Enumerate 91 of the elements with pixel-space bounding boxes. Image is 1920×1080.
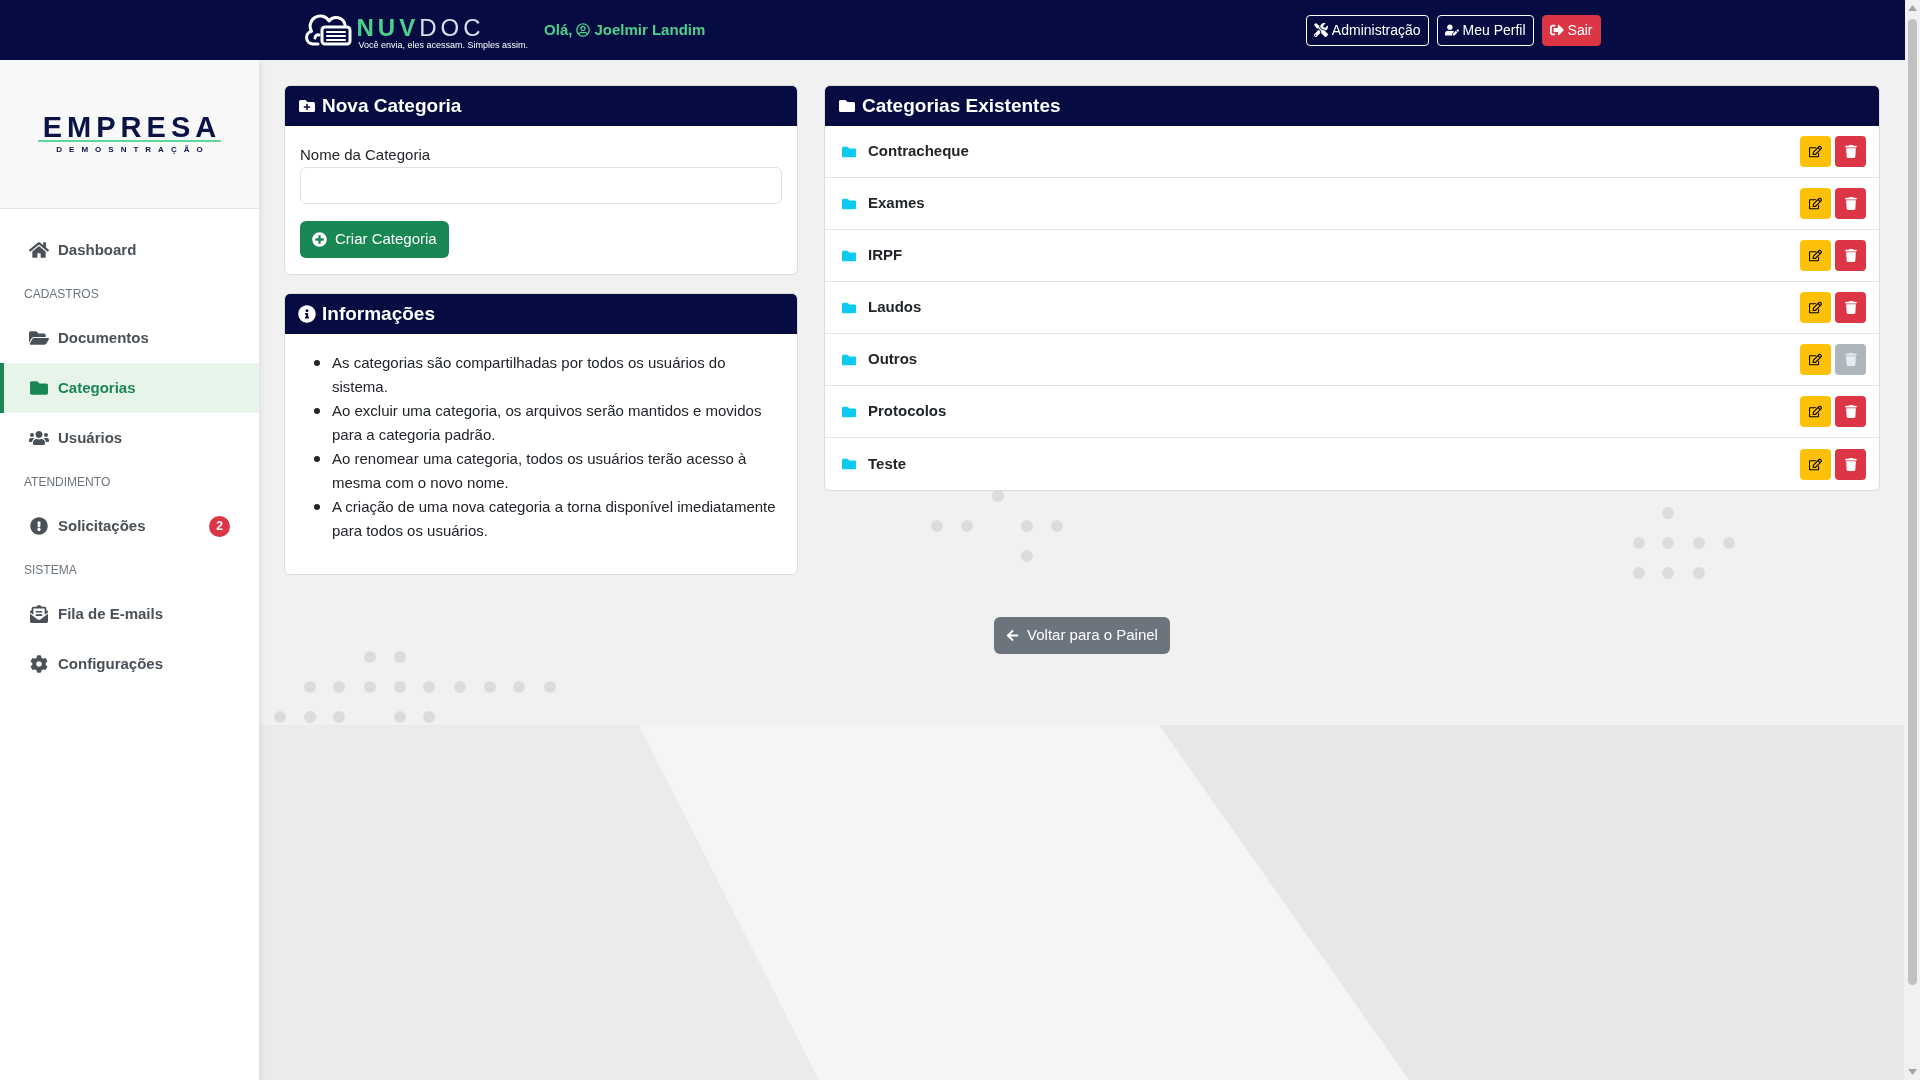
folder-icon	[841, 144, 857, 159]
count-badge: 2	[209, 515, 230, 537]
bullet-icon	[314, 504, 320, 510]
trash-icon	[1844, 249, 1857, 262]
bullet-icon	[314, 360, 320, 366]
folder-icon	[841, 300, 857, 315]
logout-button[interactable]: Sair	[1541, 14, 1601, 46]
sidebar-nav-item[interactable]: Categorias	[0, 363, 259, 413]
section-heading: CADASTROS	[23, 286, 100, 303]
open-folder-icon	[29, 329, 49, 347]
sidebar-nav-item[interactable]: Dashboard	[0, 225, 259, 275]
brand-name: NUV DOC	[356, 15, 486, 40]
info-text: Ao renomear uma categoria, todos os usuários terão acesso à mesma com o novo nome.	[332, 449, 748, 493]
info-icon	[298, 305, 316, 323]
logout-icon	[1549, 23, 1564, 37]
delete-button[interactable]	[1835, 188, 1866, 219]
edit-icon	[1809, 457, 1822, 471]
card-title: Categorias Existentes	[862, 93, 1061, 118]
folder-icon	[841, 404, 857, 419]
bullet-icon	[314, 408, 320, 414]
scrollbar-thumb[interactable]	[1908, 19, 1917, 985]
edit-icon	[1809, 249, 1822, 262]
tools-icon	[1313, 23, 1328, 37]
back-button[interactable]: Voltar para o Painel	[994, 617, 1170, 654]
category-name: Teste	[868, 453, 907, 474]
edit-button[interactable]	[1800, 136, 1831, 167]
edit-icon	[1809, 405, 1822, 418]
user-pen-icon	[1444, 23, 1459, 37]
edit-button[interactable]	[1800, 344, 1831, 375]
create-category-button[interactable]: Criar Categoria	[300, 221, 449, 258]
settings-icon	[29, 655, 49, 673]
folder-icon	[841, 457, 857, 471]
company-logo-tagline: DEMOSNTRAÇÃO	[55, 144, 210, 155]
category-name-input[interactable]	[300, 167, 782, 204]
folder-icon	[841, 196, 857, 211]
card-title: Nova Categoria	[322, 93, 462, 118]
sidebar-nav-item[interactable]: Usuários	[0, 413, 259, 463]
field-label: Nome da Categoria	[300, 145, 431, 165]
info-text: As categorias são compartilhadas por todos os usuários do sistema.	[332, 353, 727, 397]
folder-plus-icon	[298, 98, 316, 114]
edit-button[interactable]	[1800, 448, 1831, 480]
sidebar-nav-item[interactable]: Fila de E-mails	[0, 589, 259, 639]
delete-button[interactable]	[1835, 240, 1866, 271]
trash-icon	[1844, 197, 1857, 210]
greeting-text: Olá,	[544, 19, 573, 40]
folder-icon	[29, 379, 49, 397]
edit-button[interactable]	[1800, 188, 1831, 219]
edit-button[interactable]	[1800, 396, 1831, 427]
folder-icon	[838, 98, 856, 114]
category-name: Laudos	[868, 297, 922, 318]
edit-icon	[1809, 145, 1822, 158]
edit-button[interactable]	[1800, 240, 1831, 271]
trash-icon	[1844, 145, 1857, 158]
category-name: Outros	[868, 349, 918, 370]
sidebar-nav-item[interactable]: Documentos	[0, 313, 259, 363]
section-heading: ATENDIMENTO	[23, 474, 112, 491]
trash-icon	[1844, 353, 1857, 366]
user-name: Joelmir Landim	[594, 19, 706, 40]
trash-icon	[1844, 405, 1857, 418]
company-logo-name: EMPRESA	[37, 113, 222, 142]
delete-button[interactable]	[1835, 448, 1866, 480]
edit-icon	[1809, 353, 1822, 366]
users-icon	[29, 429, 49, 447]
sidebar-nav-item[interactable]: Solicitações 2	[0, 501, 259, 551]
home-icon	[29, 241, 49, 259]
card-title: Informações	[322, 301, 435, 326]
delete-button[interactable]	[1835, 396, 1866, 427]
envelope-icon	[29, 605, 49, 623]
section-heading: SISTEMA	[23, 562, 78, 579]
trash-icon	[1844, 301, 1857, 314]
info-text: A criação de uma nova categoria a torna disponível imediatamente para todos os usuários.	[332, 497, 777, 541]
edit-icon	[1809, 197, 1822, 210]
edit-button[interactable]	[1800, 292, 1831, 323]
arrow-left-icon	[1006, 629, 1020, 642]
sidebar-nav-item[interactable]: Configurações	[0, 639, 259, 689]
info-text: Ao excluir uma categoria, os arquivos serão mantidos e movidos para a categoria padrão.	[332, 401, 763, 445]
delete-button[interactable]	[1835, 136, 1866, 167]
brand-tagline: Você envia, eles acessam. Simples assim.	[358, 39, 529, 51]
folder-icon	[841, 352, 857, 367]
delete-button[interactable]	[1835, 292, 1866, 323]
admin-button[interactable]: Administração	[1305, 14, 1429, 46]
cloud-document-icon	[304, 14, 353, 46]
profile-button[interactable]: Meu Perfil	[1436, 14, 1534, 46]
category-name: IRPF	[868, 245, 903, 266]
trash-icon	[1844, 457, 1857, 471]
category-name: Exames	[868, 193, 925, 214]
edit-icon	[1809, 301, 1822, 314]
bullet-icon	[314, 456, 320, 462]
category-name: Protocolos	[868, 401, 947, 422]
category-name: Contracheque	[868, 141, 969, 162]
folder-icon	[841, 248, 857, 263]
